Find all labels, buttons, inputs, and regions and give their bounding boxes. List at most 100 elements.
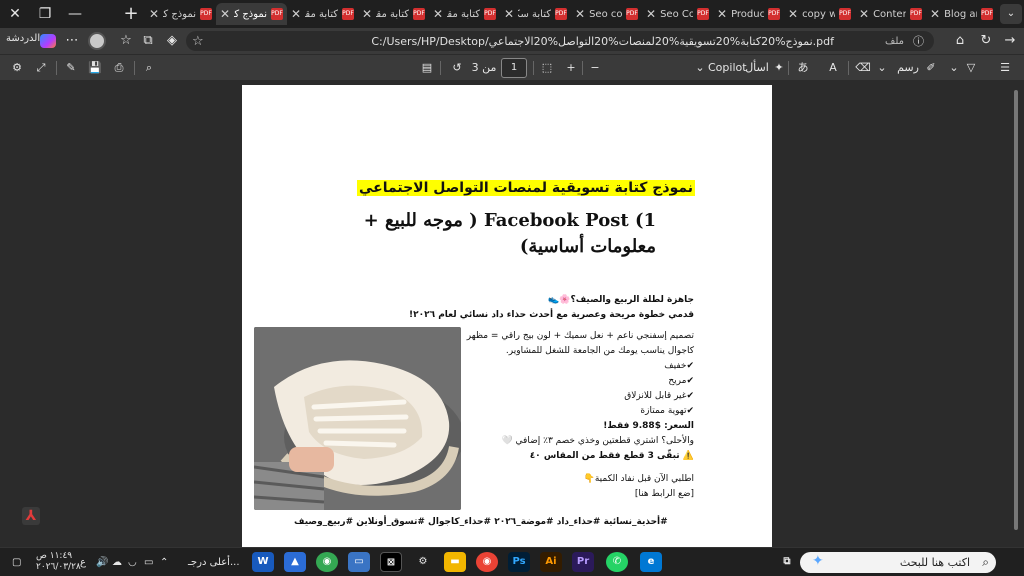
volume-icon[interactable]: 🔊 (96, 555, 108, 571)
system-clock[interactable]: ١١:٤٩ ص ٢٠٢٦/٠٣/٢٨ (36, 551, 81, 573)
chrome-secondary-icon[interactable]: ◉ (316, 552, 338, 572)
tab-3[interactable]: ✕ كتابة مقا PDF (358, 3, 429, 25)
new-tab-button[interactable]: + (119, 3, 143, 25)
tab-1[interactable]: ✕ نموذج كت PDF (145, 3, 216, 25)
notifications-icon[interactable]: ▢ (12, 555, 21, 571)
search-highlight-icon[interactable]: ✦ (812, 553, 824, 569)
edit-pdf-icon[interactable]: ✎ (62, 59, 80, 77)
screen-tool-icon[interactable]: ▭ (348, 552, 370, 572)
illustrator-icon[interactable]: Ai (540, 552, 562, 572)
omnibox[interactable]: ☆ C:/Users/HP/Desktop/نموذج%20كتابة%20تس… (186, 31, 934, 51)
tab-2[interactable]: ✕ كتابة مقا PDF (287, 3, 358, 25)
post-line: ⚠️ تبقّى 3 قطع فقط من المقاس ٤٠ (529, 451, 694, 461)
tab-0[interactable]: ✕ نموذج كتا PDF (216, 3, 287, 25)
task-view-icon[interactable]: ⧉ (776, 552, 798, 572)
tab-actions-chevron-icon[interactable]: ⌄ (1000, 4, 1022, 24)
back-arrow-icon[interactable]: → (1000, 32, 1020, 50)
close-window-button[interactable]: ✕ (0, 0, 30, 28)
taskbar-search-input[interactable]: ⌕ اكتب هنا للبحث (800, 552, 996, 573)
fullscreen-icon[interactable]: ⤢ (32, 59, 50, 77)
pdf-icon: PDF (413, 8, 425, 20)
battery-icon[interactable]: ▭ (144, 555, 153, 571)
tab-9[interactable]: ✕ copy writ PDF (784, 3, 855, 25)
tab-10[interactable]: ✕ Content v PDF (855, 3, 926, 25)
chat-button[interactable]: الدردشة (6, 33, 40, 44)
menu-icon[interactable]: ☰ (996, 59, 1014, 77)
close-tab-icon[interactable]: ✕ (149, 7, 159, 21)
fit-page-icon[interactable]: ⬚ (538, 59, 556, 77)
save-icon[interactable]: 💾 (86, 59, 104, 77)
close-tab-icon[interactable]: ✕ (859, 7, 869, 21)
shoe-product-image (254, 327, 461, 510)
ask-copilot-label[interactable]: اسأل (743, 59, 771, 77)
favorites-icon[interactable]: ☆ (116, 32, 136, 50)
photoshop-icon[interactable]: Ps (508, 552, 530, 572)
tab-label: Seo Cont (660, 8, 693, 20)
show-hidden-icons-chevron[interactable]: ⌃ (160, 555, 168, 571)
scrollbar-thumb[interactable] (1014, 90, 1018, 530)
translate-icon[interactable]: あ (794, 59, 812, 77)
tab-6[interactable]: ✕ Seo copy PDF (571, 3, 642, 25)
chrome-icon[interactable]: ◉ (476, 552, 498, 572)
refresh-icon[interactable]: ↻ (976, 32, 996, 50)
copilot-chevron-down-icon[interactable]: ⌄ (694, 59, 706, 77)
close-tab-icon[interactable]: ✕ (433, 7, 443, 21)
close-tab-icon[interactable]: ✕ (220, 7, 230, 21)
profile-avatar[interactable] (88, 32, 106, 50)
cloud-icon[interactable]: ☁ (112, 555, 122, 571)
info-icon[interactable]: ⓘ (913, 33, 924, 49)
tab-7[interactable]: ✕ Seo Cont PDF (642, 3, 713, 25)
highlight-icon[interactable]: ▽ (962, 59, 980, 77)
copilot-icon[interactable] (40, 34, 56, 48)
tab-5[interactable]: ✕ كتابة سكر PDF (500, 3, 571, 25)
print-icon[interactable]: ⎙ (110, 59, 128, 77)
draw-pen-icon[interactable]: ✐ (924, 59, 938, 77)
rotate-icon[interactable]: ↺ (448, 59, 466, 77)
settings-gear-icon[interactable]: ⚙ (8, 59, 26, 77)
wifi-icon[interactable]: ◡ (128, 555, 137, 571)
minimize-window-button[interactable]: — (60, 0, 90, 28)
text-size-icon[interactable]: A (824, 59, 842, 77)
edge-browser-icon[interactable]: e (640, 552, 662, 572)
close-tab-icon[interactable]: ✕ (646, 7, 656, 21)
close-tab-icon[interactable]: ✕ (717, 7, 727, 21)
close-tab-icon[interactable]: ✕ (504, 7, 514, 21)
restore-window-button[interactable]: ❐ (30, 0, 60, 28)
zoom-in-icon[interactable]: + (562, 59, 580, 77)
close-tab-icon[interactable]: ✕ (291, 7, 301, 21)
taskbar: ⌕ اكتب هنا للبحث ✦ ⧉ e ✆ Pr Ai Ps ◉ ▬ ⚙ … (0, 547, 1024, 576)
capcut-icon[interactable]: ⊠ (380, 552, 402, 572)
photos-icon[interactable]: ▲ (284, 552, 306, 572)
tab-11[interactable]: ✕ Blog artic PDF (926, 3, 997, 25)
copilot-sidebar-icon[interactable]: ◈ (162, 32, 182, 50)
whatsapp-icon[interactable]: ✆ (606, 552, 628, 572)
close-tab-icon[interactable]: ✕ (788, 7, 798, 21)
tab-label: نموذج كتا (234, 8, 267, 20)
close-tab-icon[interactable]: ✕ (575, 7, 585, 21)
close-tab-icon[interactable]: ✕ (362, 7, 372, 21)
word-icon[interactable]: W (252, 552, 274, 572)
eraser-chevron-icon[interactable]: ⌄ (876, 59, 888, 77)
page-view-icon[interactable]: ▤ (418, 59, 436, 77)
weather-widget[interactable]: أعلى درجـ... (188, 555, 240, 571)
copilot-label[interactable]: Copilot (708, 59, 747, 77)
zoom-out-icon[interactable]: − (586, 59, 604, 77)
close-tab-icon[interactable]: ✕ (930, 7, 940, 21)
post-line: ✔غير قابل للانزلاق (624, 391, 694, 401)
file-explorer-icon[interactable]: ▬ (444, 552, 466, 572)
acrobat-pdf-icon[interactable]: ⅄ (22, 507, 40, 525)
eraser-icon[interactable]: ⌫ (854, 59, 872, 77)
extensions-icon[interactable]: ⧉ (138, 32, 158, 50)
tab-4[interactable]: ✕ كتابة مقا PDF (429, 3, 500, 25)
highlight-chevron-icon[interactable]: ⌄ (948, 59, 960, 77)
shoe-illustration (254, 327, 461, 510)
page-number-input[interactable]: 1 (501, 58, 527, 78)
tab-8[interactable]: ✕ Product d PDF (713, 3, 784, 25)
more-options-icon[interactable]: ⋯ (62, 32, 82, 50)
add-favorite-star-icon[interactable]: ☆ (192, 34, 204, 49)
draw-label[interactable]: رسم (894, 59, 922, 77)
settings-gear-icon[interactable]: ⚙ (412, 552, 434, 572)
search-icon[interactable]: ⌕ (140, 59, 158, 77)
premiere-icon[interactable]: Pr (572, 552, 594, 572)
home-icon[interactable]: ⌂ (950, 32, 970, 50)
